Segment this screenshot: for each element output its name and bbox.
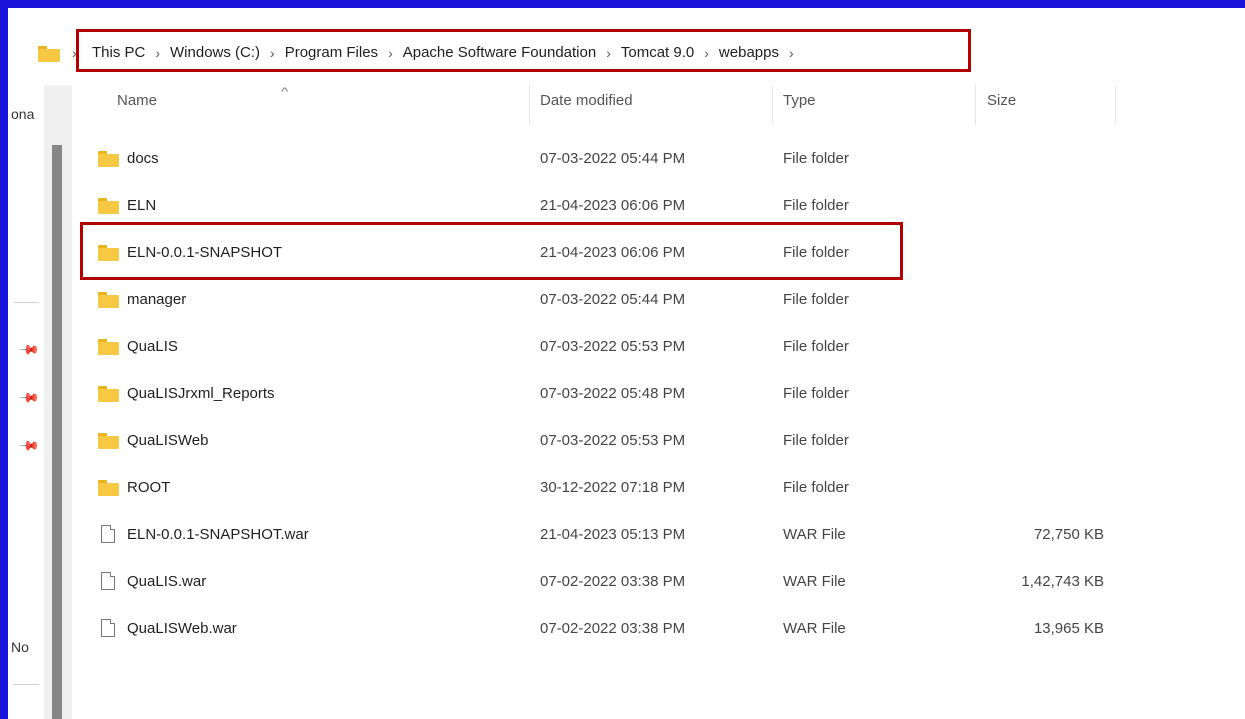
file-name: QuaLISWeb (127, 432, 209, 449)
file-row[interactable]: QuaLIS 07-03-2022 05:53 PM File folder (90, 327, 1220, 367)
file-name: ROOT (127, 479, 171, 496)
file-date: 30-12-2022 07:18 PM (540, 479, 686, 496)
file-date: 07-02-2022 03:38 PM (540, 573, 686, 590)
folder-icon (38, 46, 60, 62)
file-type: WAR File (783, 573, 846, 590)
file-date: 21-04-2023 05:13 PM (540, 526, 686, 543)
window-frame-left (0, 0, 8, 719)
file-type: File folder (783, 150, 849, 167)
file-type: File folder (783, 197, 849, 214)
file-name: QuaLISJrxml_Reports (127, 385, 275, 402)
file-row[interactable]: QuaLISJrxml_Reports 07-03-2022 05:48 PM … (90, 374, 1220, 414)
folder-icon (98, 339, 119, 355)
file-date: 07-03-2022 05:44 PM (540, 291, 686, 308)
folder-icon (98, 480, 119, 496)
nav-item-label[interactable]: ona (11, 106, 34, 122)
column-header-type[interactable]: Type (783, 92, 816, 109)
folder-icon (98, 433, 119, 449)
file-type: File folder (783, 338, 849, 355)
column-header-date[interactable]: Date modified (540, 92, 633, 109)
file-row[interactable]: QuaLISWeb.war 07-02-2022 03:38 PM WAR Fi… (90, 609, 1220, 649)
file-type: File folder (783, 385, 849, 402)
column-divider[interactable] (975, 85, 976, 125)
file-row[interactable]: ELN 21-04-2023 06:06 PM File folder (90, 186, 1220, 226)
column-header-size[interactable]: Size (987, 92, 1016, 109)
file-date: 21-04-2023 06:06 PM (540, 197, 686, 214)
file-type: File folder (783, 479, 849, 496)
file-date: 07-03-2022 05:48 PM (540, 385, 686, 402)
file-date: 07-02-2022 03:38 PM (540, 620, 686, 637)
folder-icon (98, 386, 119, 402)
highlight-box-row (80, 222, 903, 280)
file-name: ELN-0.0.1-SNAPSHOT.war (127, 526, 309, 543)
nav-divider (14, 302, 39, 303)
file-type: File folder (783, 432, 849, 449)
nav-divider (14, 684, 39, 685)
pin-icon: 📌 (18, 386, 41, 409)
column-header-name[interactable]: Name (117, 92, 157, 109)
file-name: manager (127, 291, 187, 308)
column-divider[interactable] (529, 85, 530, 125)
pin-icon: 📌 (18, 338, 41, 361)
folder-icon (98, 198, 119, 214)
file-size: 13,965 KB (1033, 620, 1104, 637)
file-type: File folder (783, 291, 849, 308)
folder-icon (98, 292, 119, 308)
file-type: WAR File (783, 526, 846, 543)
file-row[interactable]: docs 07-03-2022 05:44 PM File folder (90, 139, 1220, 179)
pin-icon: 📌 (18, 434, 41, 457)
column-divider[interactable] (772, 85, 773, 125)
file-name: QuaLIS.war (127, 573, 207, 590)
file-size: 72,750 KB (1033, 526, 1104, 543)
file-icon (101, 525, 115, 543)
highlight-box-address (76, 29, 971, 72)
file-name: QuaLISWeb.war (127, 620, 237, 637)
file-icon (101, 572, 115, 590)
file-row[interactable]: QuaLIS.war 07-02-2022 03:38 PM WAR File … (90, 562, 1220, 602)
file-name: ELN (127, 197, 157, 214)
column-divider[interactable] (1115, 85, 1116, 125)
file-row[interactable]: QuaLISWeb 07-03-2022 05:53 PM File folde… (90, 421, 1220, 461)
window-frame-top (0, 0, 1245, 8)
sort-ascending-icon: ^ (280, 86, 289, 98)
file-size: 1,42,743 KB (1021, 573, 1104, 590)
file-icon (101, 619, 115, 637)
file-date: 07-03-2022 05:53 PM (540, 432, 686, 449)
file-row[interactable]: manager 07-03-2022 05:44 PM File folder (90, 280, 1220, 320)
file-date: 07-03-2022 05:44 PM (540, 150, 686, 167)
file-name: docs (127, 150, 159, 167)
nav-scrollbar-thumb[interactable] (52, 145, 62, 719)
file-row[interactable]: ROOT 30-12-2022 07:18 PM File folder (90, 468, 1220, 508)
navigation-pane: ona 📌 📌 📌 No (8, 80, 72, 719)
folder-icon (98, 151, 119, 167)
file-date: 07-03-2022 05:53 PM (540, 338, 686, 355)
file-row[interactable]: ELN-0.0.1-SNAPSHOT.war 21-04-2023 05:13 … (90, 515, 1220, 555)
nav-item-label[interactable]: No (11, 639, 29, 655)
file-type: WAR File (783, 620, 846, 637)
file-name: QuaLIS (127, 338, 178, 355)
